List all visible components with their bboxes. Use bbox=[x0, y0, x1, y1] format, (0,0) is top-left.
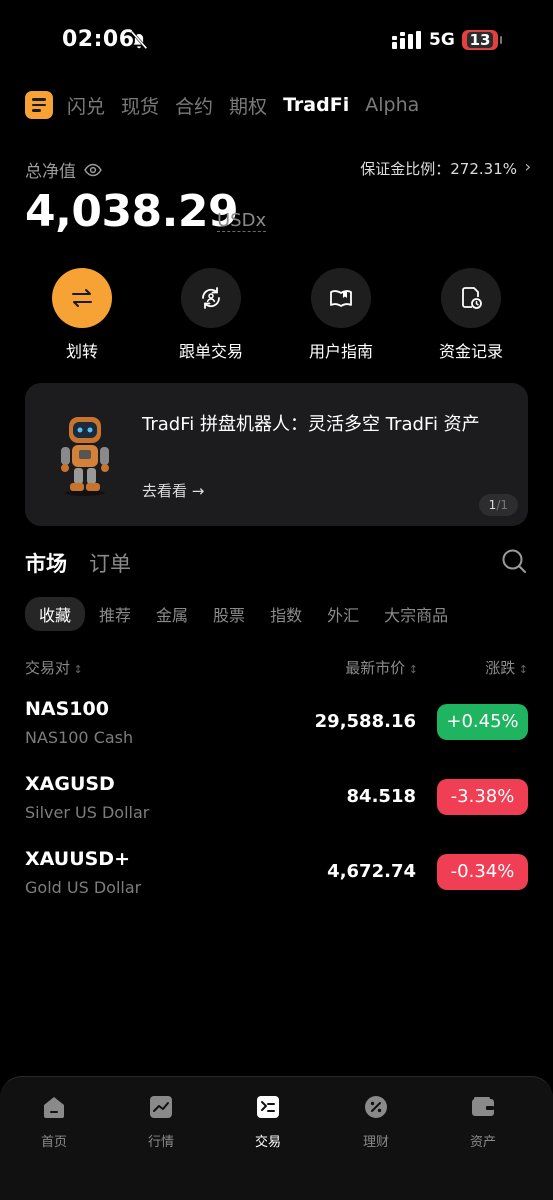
equity-label-row: 总净值 bbox=[25, 157, 102, 182]
action-label: 跟单交易 bbox=[178, 342, 243, 361]
chip-forex[interactable]: 外汇 bbox=[327, 602, 359, 626]
wallet-icon bbox=[472, 1097, 494, 1116]
promo-banner[interactable]: TradFi 拼盘机器人：灵活多空 TradFi 资产 去看看 → 1/1 bbox=[25, 383, 528, 526]
nav-label: 首页 bbox=[40, 1135, 67, 1150]
equity-label: 总净值 bbox=[25, 162, 76, 182]
nav-label: 资产 bbox=[469, 1135, 496, 1150]
nav-earn[interactable]: 理财 bbox=[336, 1094, 416, 1150]
equity-value: 4,038.29 bbox=[25, 186, 239, 237]
fund-records-button[interactable]: 资金记录 bbox=[416, 268, 526, 362]
row-price: 29,588.16 bbox=[314, 711, 416, 732]
row-change-badge[interactable]: +0.45% bbox=[437, 704, 528, 740]
margin-ratio[interactable]: 保证金比例：272.31% bbox=[360, 158, 517, 179]
nav-markets[interactable]: 行情 bbox=[121, 1094, 201, 1150]
chart-icon bbox=[150, 1096, 172, 1118]
signal-icon bbox=[392, 31, 421, 49]
network-label: 5G bbox=[429, 30, 455, 50]
row-name: NAS100 Cash bbox=[25, 728, 134, 747]
nav-trade[interactable]: 交易 bbox=[228, 1094, 308, 1150]
percent-icon bbox=[365, 1096, 387, 1118]
row-change-badge[interactable]: -0.34% bbox=[437, 854, 528, 890]
table-row[interactable]: NAS100 NAS100 Cash 29,588.16 +0.45% bbox=[0, 698, 553, 768]
chevron-right-icon[interactable]: › bbox=[525, 157, 531, 176]
action-label: 用户指南 bbox=[308, 342, 373, 361]
chip-commodities[interactable]: 大宗商品 bbox=[384, 602, 448, 626]
quick-actions: 划转 跟单交易 用户指南 资金记录 bbox=[0, 268, 553, 361]
banner-title: TradFi 拼盘机器人：灵活多空 TradFi 资产 bbox=[142, 414, 480, 435]
equity-unit[interactable]: USDx bbox=[217, 211, 267, 232]
banner-link[interactable]: 去看看 → bbox=[142, 480, 204, 501]
chip-favorites[interactable]: 收藏 bbox=[25, 597, 86, 631]
transfer-icon bbox=[72, 289, 92, 307]
transfer-button[interactable]: 划转 bbox=[27, 268, 137, 362]
menu-icon[interactable] bbox=[25, 91, 53, 119]
guide-icon bbox=[330, 290, 352, 307]
nav-home[interactable]: 首页 bbox=[14, 1094, 94, 1150]
arrow-right-icon: → bbox=[191, 482, 205, 500]
nav-label: 理财 bbox=[362, 1135, 389, 1150]
row-symbol: NAS100 bbox=[25, 698, 109, 720]
user-guide-button[interactable]: 用户指南 bbox=[286, 268, 396, 362]
category-chips: 收藏 推荐 金属 股票 指数 外汇 大宗商品 bbox=[25, 597, 473, 631]
table-row[interactable]: XAGUSD Silver US Dollar 84.518 -3.38% bbox=[0, 773, 553, 843]
nav-label: 行情 bbox=[147, 1135, 174, 1150]
row-symbol: XAGUSD bbox=[25, 773, 115, 795]
clock: 02:06 bbox=[62, 27, 135, 52]
tab-tradfi[interactable]: TradFi bbox=[283, 94, 349, 116]
bottom-nav: 首页 行情 交易 理财 资产 bbox=[0, 1076, 553, 1200]
row-symbol: XAUUSD+ bbox=[25, 848, 131, 870]
copy-trade-icon bbox=[202, 287, 220, 309]
tab-market[interactable]: 市场 bbox=[25, 548, 67, 578]
tab-alpha[interactable]: Alpha bbox=[365, 94, 419, 116]
header-pair[interactable]: 交易对 bbox=[25, 657, 83, 678]
header-price[interactable]: 最新市价 bbox=[345, 657, 418, 678]
row-price: 4,672.74 bbox=[327, 861, 416, 882]
bell-muted-icon bbox=[130, 30, 148, 50]
copy-trade-button[interactable]: 跟单交易 bbox=[156, 268, 266, 362]
trade-icon bbox=[257, 1096, 279, 1118]
chip-metals[interactable]: 金属 bbox=[156, 602, 188, 626]
row-price: 84.518 bbox=[346, 786, 416, 807]
tab-orders[interactable]: 订单 bbox=[89, 548, 131, 578]
banner-pager: 1/1 bbox=[478, 494, 518, 516]
action-label: 资金记录 bbox=[438, 342, 503, 361]
battery-indicator: 13 bbox=[462, 30, 502, 50]
top-nav: 闪兑 现货 合约 期权 TradFi Alpha bbox=[25, 88, 553, 122]
record-icon bbox=[462, 287, 482, 309]
header-change[interactable]: 涨跌 bbox=[485, 657, 528, 678]
battery-level: 13 bbox=[466, 32, 494, 48]
table-row[interactable]: XAUUSD+ Gold US Dollar 4,672.74 -0.34% bbox=[0, 848, 553, 918]
nav-assets[interactable]: 资产 bbox=[443, 1094, 523, 1150]
tab-options[interactable]: 期权 bbox=[229, 92, 267, 119]
row-name: Silver US Dollar bbox=[25, 803, 150, 822]
chip-stocks[interactable]: 股票 bbox=[213, 602, 245, 626]
eye-icon[interactable] bbox=[84, 163, 102, 177]
search-icon[interactable] bbox=[501, 548, 527, 574]
tab-swap[interactable]: 闪兑 bbox=[67, 92, 105, 119]
nav-label: 交易 bbox=[254, 1135, 281, 1150]
home-icon bbox=[44, 1097, 64, 1118]
row-name: Gold US Dollar bbox=[25, 878, 142, 897]
action-label: 划转 bbox=[65, 342, 98, 361]
row-change-badge[interactable]: -3.38% bbox=[437, 779, 528, 815]
status-bar: 02:06 5G 13 bbox=[0, 0, 553, 80]
tab-spot[interactable]: 现货 bbox=[121, 92, 159, 119]
chip-indices[interactable]: 指数 bbox=[270, 602, 302, 626]
robot-illustration bbox=[61, 417, 109, 496]
tab-futures[interactable]: 合约 bbox=[175, 92, 213, 119]
chip-recommended[interactable]: 推荐 bbox=[99, 602, 131, 626]
